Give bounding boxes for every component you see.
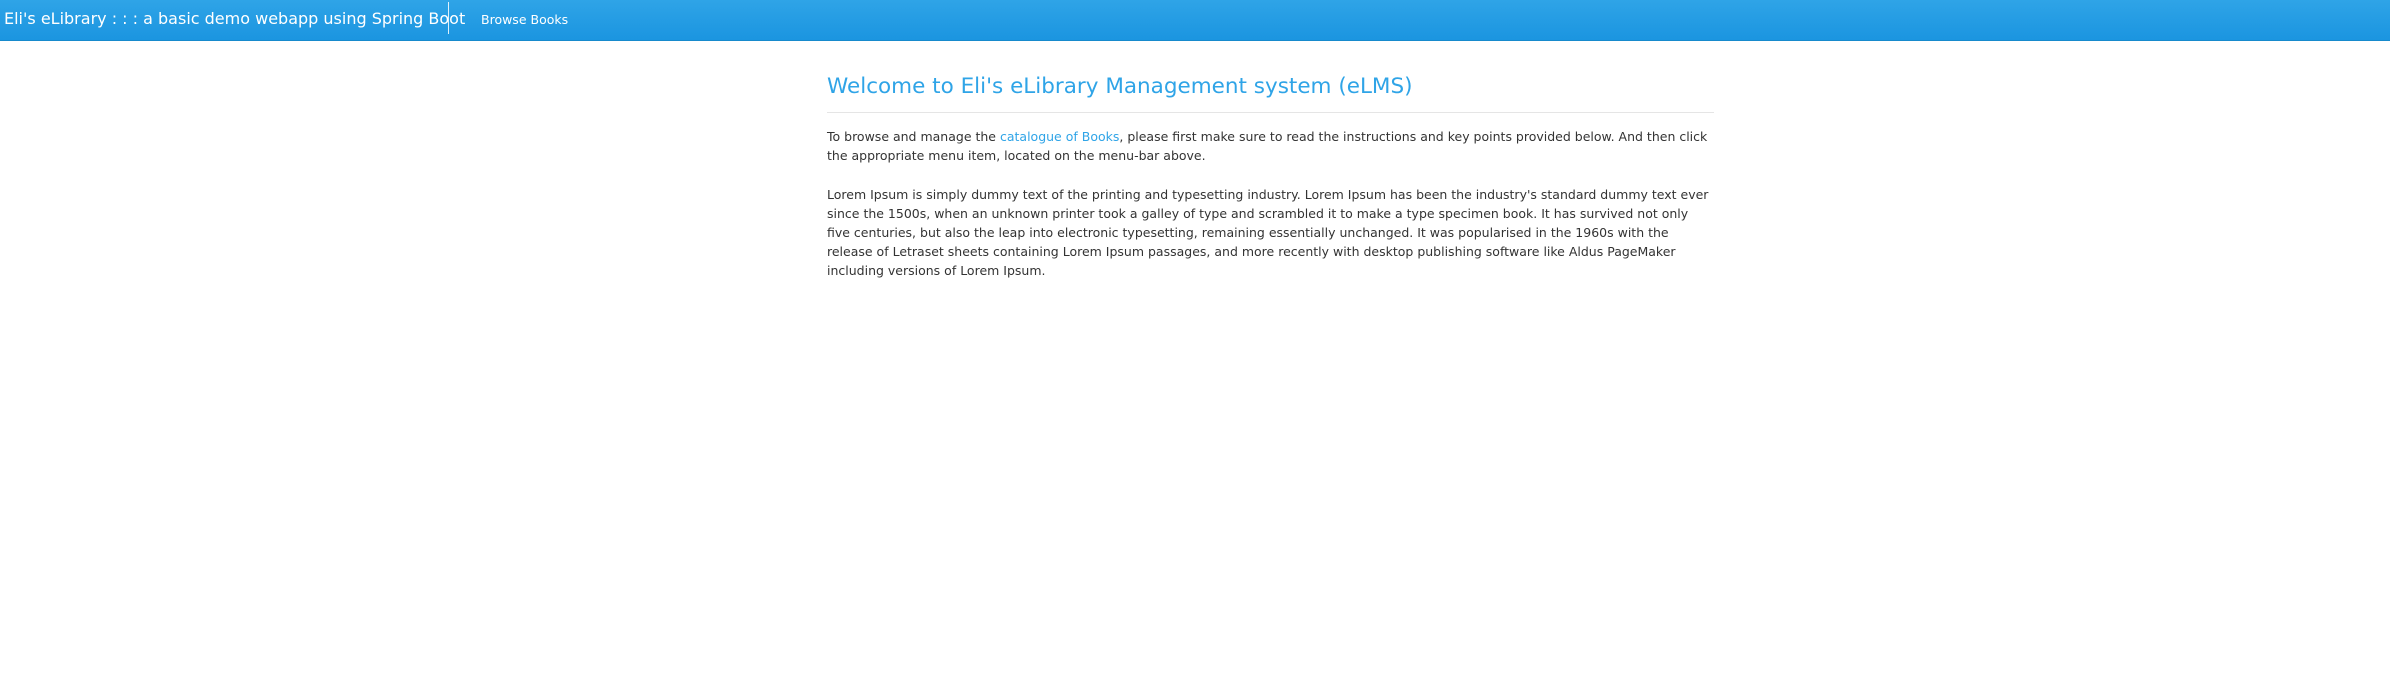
navbar-brand[interactable]: Eli's eLibrary : : : a basic demo webapp… [4, 9, 465, 29]
intro-text-before: To browse and manage the [827, 129, 1000, 144]
title-divider [827, 112, 1714, 113]
catalogue-of-books-link[interactable]: catalogue of Books [1000, 129, 1119, 144]
lorem-paragraph: Lorem Ipsum is simply dummy text of the … [827, 187, 1709, 278]
navbar-divider [448, 2, 449, 34]
intro-paragraph: To browse and manage the catalogue of Bo… [827, 127, 1714, 165]
page-title: Welcome to Eli's eLibrary Management sys… [827, 74, 1413, 99]
nav-link-browse-books[interactable]: Browse Books [481, 12, 568, 28]
top-navbar: Eli's eLibrary : : : a basic demo webapp… [0, 0, 2390, 41]
main-content: Welcome to Eli's eLibrary Management sys… [827, 72, 1714, 280]
